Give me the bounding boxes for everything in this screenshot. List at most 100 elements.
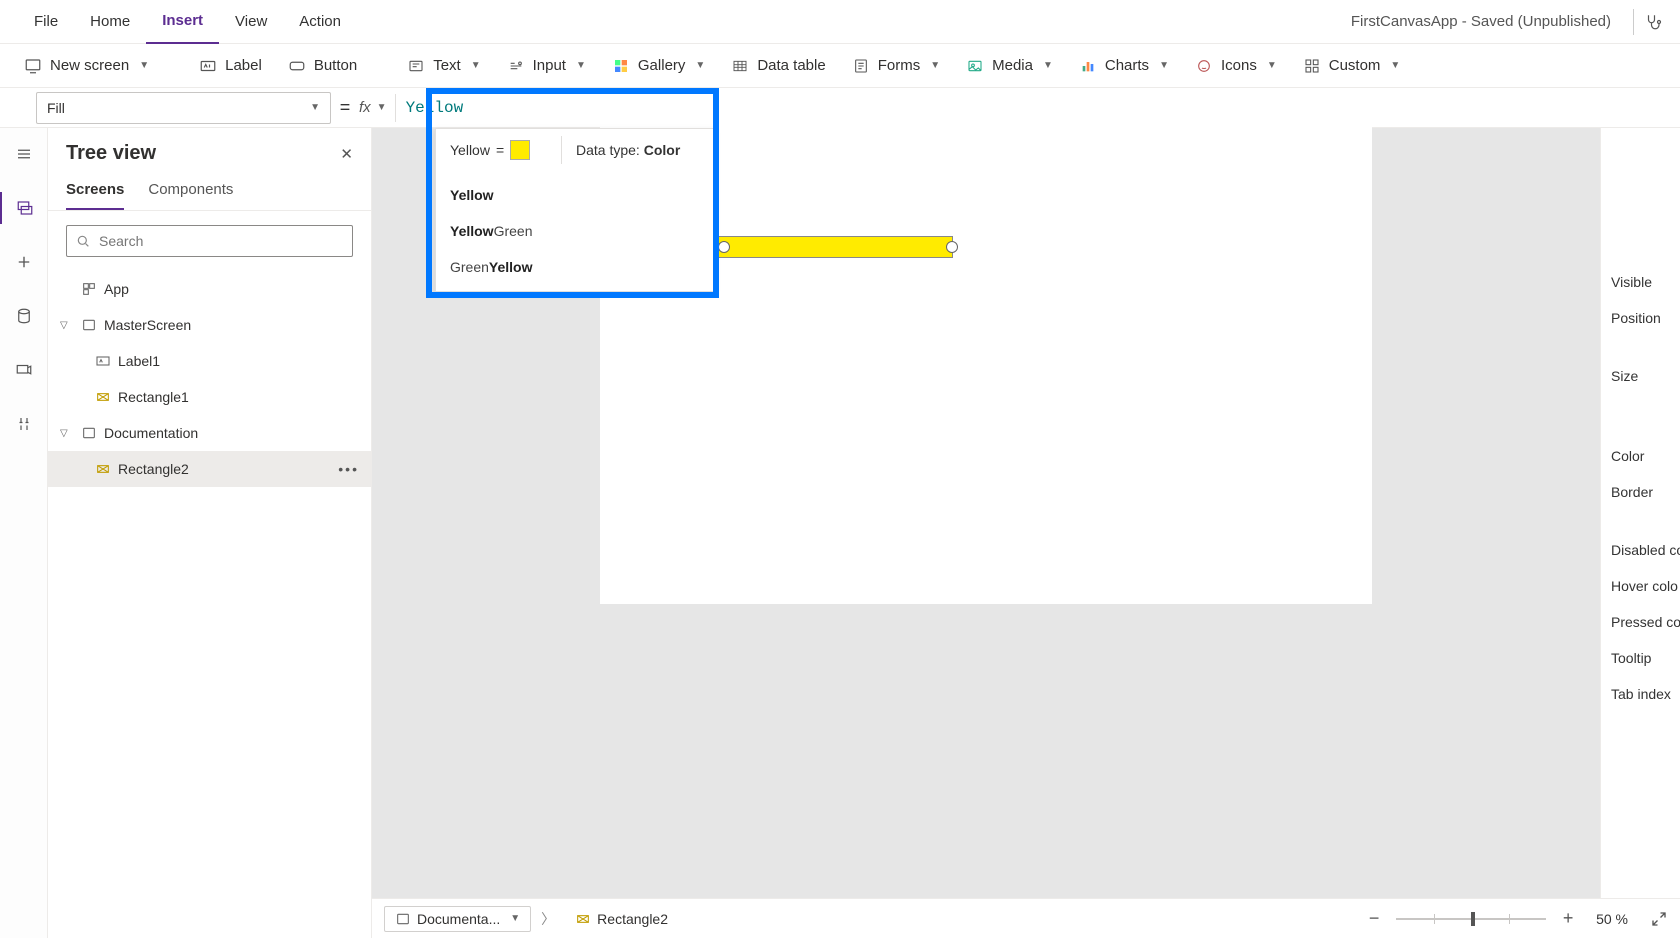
canvas-page[interactable] xyxy=(600,98,1372,604)
tab-components[interactable]: Components xyxy=(148,181,233,210)
zoom-in-button[interactable]: + xyxy=(1556,907,1580,931)
tree-view-title: Tree view xyxy=(66,142,156,165)
screen-icon xyxy=(24,57,42,75)
autocomplete-item[interactable]: YellowGreen xyxy=(436,213,714,249)
tree-node-control[interactable]: Rectangle2 ••• xyxy=(48,451,371,487)
prop-position[interactable]: Position xyxy=(1611,300,1680,336)
menu-home[interactable]: Home xyxy=(74,0,146,44)
ribbon-charts[interactable]: Charts ▼ xyxy=(1069,51,1179,81)
equals-sign: = xyxy=(331,97,359,118)
resize-handle-right[interactable] xyxy=(946,241,958,253)
menu-file[interactable]: File xyxy=(18,0,74,44)
chevron-down-icon: ▼ xyxy=(930,60,940,71)
resize-handle-middle[interactable] xyxy=(718,241,730,253)
ribbon-gallery-label: Gallery xyxy=(638,57,686,74)
rail-data[interactable] xyxy=(8,300,40,332)
tree-node-screen[interactable]: ▽ MasterScreen xyxy=(48,307,371,343)
ribbon-text[interactable]: Text ▼ xyxy=(397,51,490,81)
ribbon-new-screen-label: New screen xyxy=(50,57,129,74)
rail-tools[interactable] xyxy=(8,408,40,440)
prop-disabled-color[interactable]: Disabled co xyxy=(1611,532,1680,568)
screen-icon xyxy=(80,424,98,442)
tree-node-control[interactable]: Rectangle1 xyxy=(48,379,371,415)
button-icon xyxy=(288,57,306,75)
ribbon-custom[interactable]: Custom ▼ xyxy=(1293,51,1411,81)
prop-tooltip[interactable]: Tooltip xyxy=(1611,640,1680,676)
screen-icon xyxy=(395,911,411,927)
divider xyxy=(1633,9,1634,35)
ribbon-new-screen[interactable]: New screen ▼ xyxy=(14,51,159,81)
breadcrumb-control[interactable]: Rectangle2 xyxy=(565,907,678,931)
fit-to-window-icon[interactable] xyxy=(1650,910,1668,928)
datatype-value: Color xyxy=(644,142,681,158)
ribbon-icons[interactable]: Icons ▼ xyxy=(1185,51,1287,81)
tree-label: Rectangle1 xyxy=(118,389,189,405)
rail-hamburger[interactable] xyxy=(8,138,40,170)
more-icon[interactable]: ••• xyxy=(338,461,359,477)
fx-button[interactable]: fx ▼ xyxy=(359,99,395,116)
prop-pressed-color[interactable]: Pressed co xyxy=(1611,604,1680,640)
prop-tab-index[interactable]: Tab index xyxy=(1611,676,1680,712)
search-field[interactable] xyxy=(99,233,344,249)
prop-hover-color[interactable]: Hover colo xyxy=(1611,568,1680,604)
zoom-slider[interactable] xyxy=(1396,918,1546,920)
autocomplete-list: Yellow YellowGreen GreenYellow xyxy=(436,171,714,291)
media-icon xyxy=(966,57,984,75)
autocomplete-item[interactable]: GreenYellow xyxy=(436,249,714,285)
chevron-down-icon[interactable]: ▽ xyxy=(60,428,74,439)
search-input[interactable] xyxy=(66,225,353,257)
ribbon-input[interactable]: Input ▼ xyxy=(497,51,596,81)
app-checker-icon[interactable] xyxy=(1644,13,1662,31)
breadcrumb-label: Documenta... xyxy=(417,911,500,927)
tree-node-screen[interactable]: ▽ Documentation xyxy=(48,415,371,451)
breadcrumb-screen[interactable]: Documenta... ▼ xyxy=(384,906,531,932)
chevron-down-icon: ▼ xyxy=(1043,60,1053,71)
rectangle-icon xyxy=(94,460,112,478)
autocomplete-item[interactable]: Yellow xyxy=(436,177,714,213)
zoom-thumb[interactable] xyxy=(1471,912,1475,926)
tree-node-control[interactable]: Label1 xyxy=(48,343,371,379)
prop-size[interactable]: Size xyxy=(1611,358,1680,394)
ribbon-button[interactable]: Button xyxy=(278,51,367,81)
ribbon-forms[interactable]: Forms ▼ xyxy=(842,51,950,81)
chevron-down-icon[interactable]: ▽ xyxy=(60,320,74,331)
zoom-out-button[interactable]: − xyxy=(1362,907,1386,931)
zoom-value: 50 xyxy=(1596,911,1612,927)
input-icon xyxy=(507,57,525,75)
chevron-down-icon: ▼ xyxy=(695,60,705,71)
ribbon-text-label: Text xyxy=(433,57,461,74)
chevron-down-icon: ▼ xyxy=(310,102,320,113)
zoom-controls: − + 50 % xyxy=(1362,907,1668,931)
prop-border[interactable]: Border xyxy=(1611,474,1680,510)
property-dropdown[interactable]: Fill ▼ xyxy=(36,92,331,124)
ribbon-forms-label: Forms xyxy=(878,57,921,74)
rail-add[interactable] xyxy=(8,246,40,278)
chevron-down-icon: ▼ xyxy=(139,60,149,71)
ribbon-media[interactable]: Media ▼ xyxy=(956,51,1063,81)
prop-color[interactable]: Color xyxy=(1611,438,1680,474)
prop-visible[interactable]: Visible xyxy=(1611,264,1680,300)
tab-screens[interactable]: Screens xyxy=(66,181,124,210)
ribbon-button-text: Button xyxy=(314,57,357,74)
table-icon xyxy=(731,57,749,75)
rail-media[interactable] xyxy=(8,354,40,386)
autocomplete-panel: Yellow = Data type: Color Yellow YellowG… xyxy=(435,128,715,292)
chevron-down-icon: ▼ xyxy=(510,913,520,924)
chevron-down-icon: ▼ xyxy=(1159,60,1169,71)
rail-tree-view[interactable] xyxy=(0,192,48,224)
ac-preview-name: Yellow xyxy=(450,142,490,158)
ribbon-gallery[interactable]: Gallery ▼ xyxy=(602,51,715,81)
ribbon-datatable-label: Data table xyxy=(757,57,825,74)
ribbon-label[interactable]: Label xyxy=(189,51,272,81)
menu-view[interactable]: View xyxy=(219,0,283,44)
menu-insert[interactable]: Insert xyxy=(146,0,219,44)
menu-action[interactable]: Action xyxy=(283,0,357,44)
close-icon[interactable]: ✕ xyxy=(340,145,353,163)
rectangle-icon xyxy=(94,388,112,406)
tree-node-app[interactable]: App xyxy=(48,271,371,307)
tree-label: App xyxy=(104,281,129,297)
ribbon-datatable[interactable]: Data table xyxy=(721,51,835,81)
ribbon-input-label: Input xyxy=(533,57,566,74)
tree-label: Label1 xyxy=(118,353,160,369)
statusbar: Documenta... ▼ 〉 Rectangle2 − + 50 % xyxy=(372,898,1680,938)
